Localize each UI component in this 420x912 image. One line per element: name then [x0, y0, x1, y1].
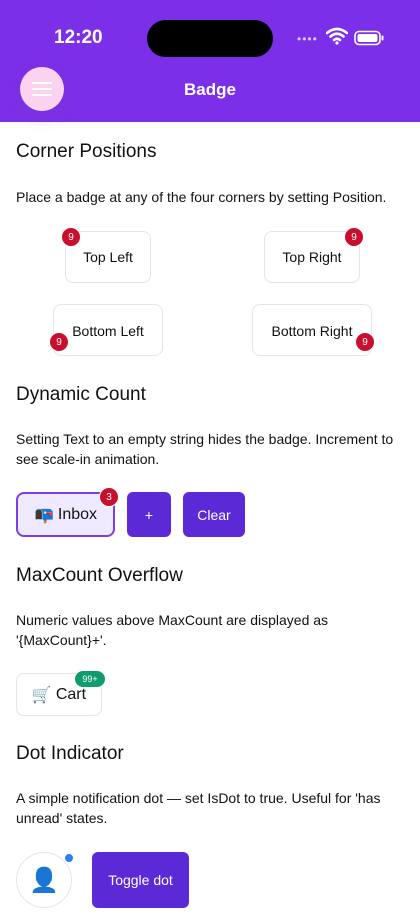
bottom-left-badge: 9	[49, 332, 69, 352]
toggle-dot-button[interactable]: Toggle dot	[92, 852, 189, 908]
bottom-left-button[interactable]: Bottom Left	[53, 304, 163, 356]
cart-icon: 🛒	[31, 686, 52, 704]
inbox-label: Inbox	[57, 505, 98, 523]
cart-badge: 99+	[74, 670, 106, 688]
bottom-right-badge: 9	[355, 332, 375, 352]
signal-icon: ••••	[297, 32, 318, 46]
dynamic-count-heading: Dynamic Count	[16, 384, 146, 405]
top-right-badge: 9	[344, 227, 364, 247]
max-count-heading: MaxCount Overflow	[16, 565, 183, 586]
max-count-description: Numeric values above MaxCount are displa…	[16, 612, 329, 648]
bottom-right-label: Bottom Right	[271, 323, 353, 339]
mailbox-icon: 📭	[33, 506, 54, 524]
avatar: 👤	[16, 852, 72, 908]
page-title: Badge	[184, 80, 236, 99]
top-left-label: Top Left	[83, 249, 133, 265]
dot-indicator-description: A simple notification dot — set IsDot to…	[16, 790, 381, 826]
top-right-label: Top Right	[282, 249, 342, 265]
inbox-badge: 3	[99, 487, 119, 507]
corner-positions-description: Place a badge at any of the four corners…	[16, 189, 387, 205]
status-time: 12:20	[54, 27, 103, 48]
dynamic-island	[147, 20, 273, 57]
clear-button[interactable]: Clear	[183, 492, 245, 537]
bottom-right-button[interactable]: Bottom Right	[252, 304, 372, 356]
cart-label: Cart	[55, 685, 87, 703]
battery-icon	[354, 30, 384, 46]
notification-dot	[64, 853, 74, 863]
app-header	[0, 0, 420, 122]
dynamic-count-description: Setting Text to an empty string hides th…	[16, 431, 394, 467]
user-icon: 👤	[29, 866, 59, 894]
corner-positions-heading: Corner Positions	[16, 141, 157, 162]
dot-indicator-heading: Dot Indicator	[16, 743, 124, 764]
bottom-left-label: Bottom Left	[72, 323, 144, 339]
top-left-badge: 9	[61, 227, 81, 247]
wifi-icon	[326, 27, 348, 45]
increment-button[interactable]: +	[127, 492, 171, 537]
